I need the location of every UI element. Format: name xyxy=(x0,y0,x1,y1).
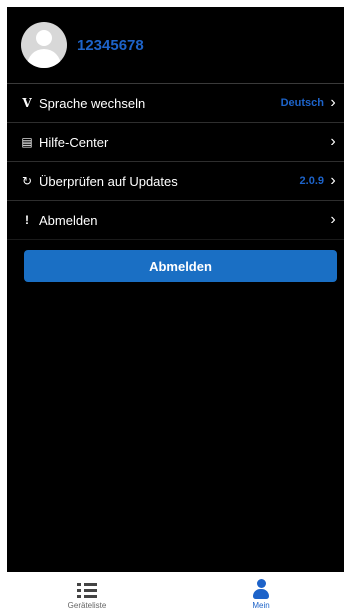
menu-item-label: Überprüfen auf Updates xyxy=(39,173,178,189)
menu-item-label: Abmelden xyxy=(39,212,98,228)
username: 12345678 xyxy=(77,36,144,54)
menu-item-label: Hilfe-Center xyxy=(39,134,109,150)
tab-label: Geräteliste xyxy=(67,601,107,610)
avatar-body xyxy=(27,49,61,68)
avatar-head xyxy=(36,30,52,46)
chevron-right-icon: › xyxy=(330,133,336,150)
avatar[interactable] xyxy=(21,22,67,68)
menu-item-help-center[interactable]: ▤ Hilfe-Center › xyxy=(7,123,344,162)
language-icon: V xyxy=(22,96,32,110)
exclamation-icon: ! xyxy=(25,213,29,227)
refresh-icon: ↻ xyxy=(21,174,33,188)
app-screen: 12345678 V Sprache wechseln Deutsch › ▤ … xyxy=(7,7,344,572)
list-icon xyxy=(77,583,97,599)
bottom-tab-bar: Geräteliste Mein xyxy=(0,572,348,611)
chevron-right-icon: › xyxy=(330,172,336,189)
profile-header[interactable]: 12345678 xyxy=(7,7,344,84)
tab-label: Mein xyxy=(252,601,270,610)
logout-button[interactable]: Abmelden xyxy=(24,250,337,282)
menu-item-logout[interactable]: ! Abmelden › xyxy=(7,201,344,240)
help-document-icon: ▤ xyxy=(21,135,33,149)
tab-mein[interactable]: Mein xyxy=(174,572,348,611)
menu-item-label: Sprache wechseln xyxy=(39,95,146,111)
menu-item-language[interactable]: V Sprache wechseln Deutsch › xyxy=(7,84,344,123)
menu-item-check-updates[interactable]: ↻ Überprüfen auf Updates 2.0.9 › xyxy=(7,162,344,201)
app-version: 2.0.9 xyxy=(299,175,324,187)
current-language: Deutsch xyxy=(280,97,324,109)
chevron-right-icon: › xyxy=(330,94,336,111)
tab-device-list[interactable]: Geräteliste xyxy=(0,572,174,611)
person-icon xyxy=(252,579,270,599)
chevron-right-icon: › xyxy=(330,211,336,228)
